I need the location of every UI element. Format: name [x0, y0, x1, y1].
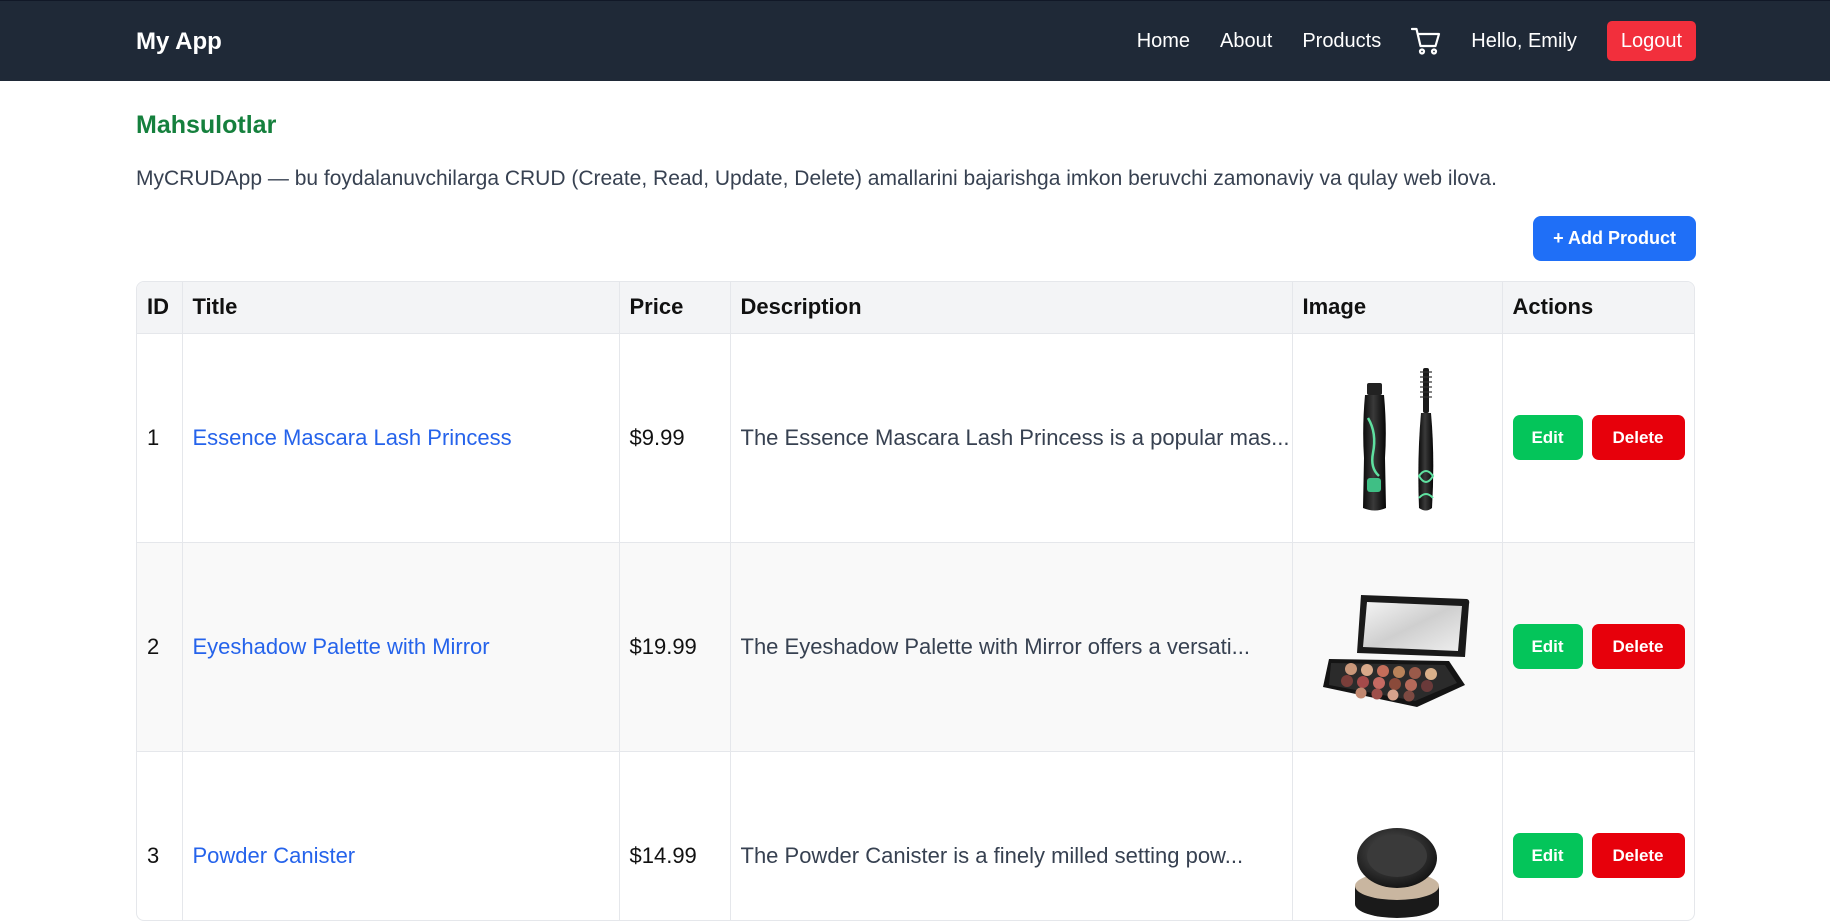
logout-button[interactable]: Logout: [1607, 21, 1696, 61]
cell-description: The Eyeshadow Palette with Mirror offers…: [730, 542, 1292, 751]
table-row: 1 Essence Mascara Lash Princess $9.99 Th…: [137, 333, 1695, 542]
row-actions: Edit Delete: [1513, 624, 1687, 669]
cell-image: [1292, 333, 1502, 542]
cell-id: 3: [137, 751, 182, 921]
product-title-link[interactable]: Eyeshadow Palette with Mirror: [193, 634, 490, 659]
row-actions: Edit Delete: [1513, 415, 1687, 460]
user-greeting: Hello, Emily: [1471, 29, 1577, 53]
nav-links: Home About Products Hello, Emily Logout: [1137, 20, 1696, 62]
brand-logo[interactable]: My App: [136, 28, 222, 56]
cell-price: $19.99: [619, 542, 730, 751]
delete-button[interactable]: Delete: [1592, 833, 1685, 878]
page-intro: MyCRUDApp — bu foydalanuvchilarga CRUD (…: [136, 166, 1497, 192]
row-actions: Edit Delete: [1513, 833, 1687, 878]
edit-button[interactable]: Edit: [1513, 833, 1583, 878]
header-actions: Actions: [1502, 282, 1695, 333]
cell-actions: Edit Delete: [1502, 542, 1695, 751]
nav-link-about[interactable]: About: [1220, 29, 1272, 53]
edit-button[interactable]: Edit: [1513, 624, 1583, 669]
header-image: Image: [1292, 282, 1502, 333]
cell-id: 2: [137, 542, 182, 751]
nav-link-home[interactable]: Home: [1137, 29, 1190, 53]
cell-image: [1292, 542, 1502, 751]
products-table: ID Title Price Description Image Actions…: [136, 281, 1695, 921]
navbar: My App Home About Products Hello, Emily …: [0, 0, 1830, 81]
powder-canister-image: [1337, 786, 1457, 921]
table-header-row: ID Title Price Description Image Actions: [137, 282, 1695, 333]
cell-price: $14.99: [619, 751, 730, 921]
nav-link-products[interactable]: Products: [1302, 29, 1381, 53]
header-title: Title: [182, 282, 619, 333]
cell-description: The Powder Canister is a finely milled s…: [730, 751, 1292, 921]
cell-image: [1292, 751, 1502, 921]
cell-title: Essence Mascara Lash Princess: [182, 333, 619, 542]
cell-description: The Essence Mascara Lash Princess is a p…: [730, 333, 1292, 542]
page-title: Mahsulotlar: [136, 110, 276, 140]
table-row: 3 Powder Canister $14.99 The Powder Cani…: [137, 751, 1695, 921]
eyeshadow-palette-image: [1317, 577, 1477, 717]
cell-title: Eyeshadow Palette with Mirror: [182, 542, 619, 751]
cell-title: Powder Canister: [182, 751, 619, 921]
mascara-image: [1337, 358, 1457, 518]
edit-button[interactable]: Edit: [1513, 415, 1583, 460]
add-product-button[interactable]: + Add Product: [1533, 216, 1696, 261]
header-description: Description: [730, 282, 1292, 333]
cart-icon[interactable]: [1411, 26, 1441, 56]
header-id: ID: [137, 282, 182, 333]
cell-id: 1: [137, 333, 182, 542]
header-price: Price: [619, 282, 730, 333]
table-row: 2 Eyeshadow Palette with Mirror $19.99 T…: [137, 542, 1695, 751]
cell-actions: Edit Delete: [1502, 751, 1695, 921]
product-title-link[interactable]: Essence Mascara Lash Princess: [193, 425, 512, 450]
delete-button[interactable]: Delete: [1592, 415, 1685, 460]
product-title-link[interactable]: Powder Canister: [193, 843, 356, 868]
cell-price: $9.99: [619, 333, 730, 542]
cell-actions: Edit Delete: [1502, 333, 1695, 542]
delete-button[interactable]: Delete: [1592, 624, 1685, 669]
